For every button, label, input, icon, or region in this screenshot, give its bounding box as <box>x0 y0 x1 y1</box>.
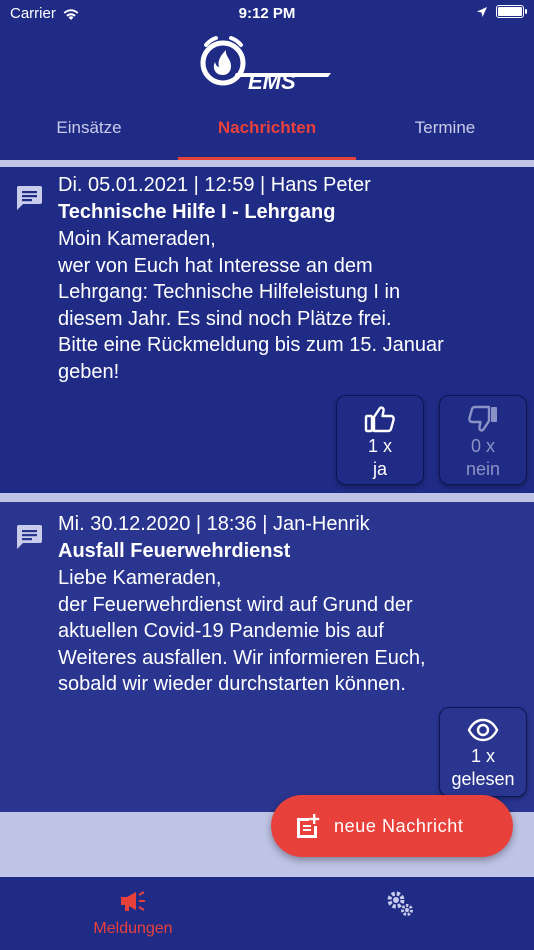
message-card[interactable]: Di. 05.01.2021 | 12:59 | Hans Peter Tech… <box>0 167 534 493</box>
vote-no-label: nein <box>465 459 501 479</box>
nav-meldungen-label: Meldungen <box>93 920 173 937</box>
eye-icon <box>467 718 499 742</box>
message-body: Moin Kameraden, wer von Euch hat Interes… <box>58 226 528 385</box>
status-bar: Carrier 9:12 PM <box>0 0 534 30</box>
message-body: Liebe Kameraden, der Feuerwehrdienst wir… <box>58 565 528 698</box>
vote-no-count: 0 x <box>470 436 495 456</box>
message-title: Ausfall Feuerwehrdienst <box>58 540 291 562</box>
tab-einsaetze[interactable]: Einsätze <box>0 100 178 160</box>
vote-no-button[interactable]: 0 x nein <box>439 395 527 485</box>
read-count: 1 x <box>470 746 495 766</box>
message-body-line: der Feuerwehrdienst wird auf Grund der <box>58 593 413 616</box>
battery-icon <box>496 5 527 18</box>
gears-icon <box>387 891 413 916</box>
new-message-label: neue Nachricht <box>334 815 464 836</box>
vote-yes-button[interactable]: 1 x ja <box>336 395 424 485</box>
message-body-line: Lehrgang: Technische Hilfeleistung I in <box>58 281 401 303</box>
vote-yes-label: ja <box>372 459 387 479</box>
bottom-navigation: Meldungen <box>0 877 534 950</box>
ems-logo: EMS <box>200 36 331 94</box>
message-body-line: sobald wir wieder durchstarten können. <box>58 673 406 695</box>
new-note-icon <box>297 814 320 838</box>
new-message-button[interactable]: neue Nachricht <box>271 795 513 857</box>
clock: 9:12 PM <box>238 5 296 22</box>
thumbs-up-icon <box>364 406 395 433</box>
tab-bar: Einsätze Nachrichten Termine <box>0 100 534 160</box>
tab-termine[interactable]: Termine <box>356 100 534 160</box>
location-arrow-icon <box>477 6 487 17</box>
message-body-line: wer von Euch hat Interesse an dem <box>58 254 373 277</box>
message-meta: Mi. 30.12.2020 | 18:36 | Jan-Henrik <box>58 513 370 535</box>
mark-read-button[interactable]: 1 x gelesen <box>439 707 527 797</box>
message-card[interactable]: Mi. 30.12.2020 | 18:36 | Jan-Henrik Ausf… <box>0 502 534 812</box>
message-body-line: aktuellen Covid-19 Pandemie bis auf <box>58 620 384 642</box>
message-body-line: Moin Kameraden, <box>58 228 216 250</box>
message-icon <box>16 186 42 210</box>
message-body-line: Weiteres ausfallen. Wir informieren Euch… <box>58 646 426 669</box>
message-title: Technische Hilfe I - Lehrgang <box>58 201 336 223</box>
logo-text: EMS <box>248 69 296 94</box>
message-body-line: Liebe Kameraden, <box>58 567 222 589</box>
megaphone-icon <box>121 891 145 911</box>
vote-yes-count: 1 x <box>367 436 392 456</box>
message-icon <box>16 525 42 549</box>
message-body-line: diesem Jahr. Es sind noch Plätze frei. <box>58 307 392 330</box>
tab-nachrichten[interactable]: Nachrichten <box>178 100 356 160</box>
message-body-line: geben! <box>58 360 120 383</box>
message-body-line: Bitte eine Rückmeldung bis zum 15. Janua… <box>58 334 444 356</box>
thumbs-down-icon <box>468 405 497 432</box>
app-header: EMS Einsätze Nachrichten Termine <box>0 30 534 160</box>
message-meta: Di. 05.01.2021 | 12:59 | Hans Peter <box>58 174 371 196</box>
nav-settings[interactable] <box>330 889 470 922</box>
read-label: gelesen <box>451 769 515 789</box>
nav-meldungen[interactable]: Meldungen <box>63 889 203 938</box>
